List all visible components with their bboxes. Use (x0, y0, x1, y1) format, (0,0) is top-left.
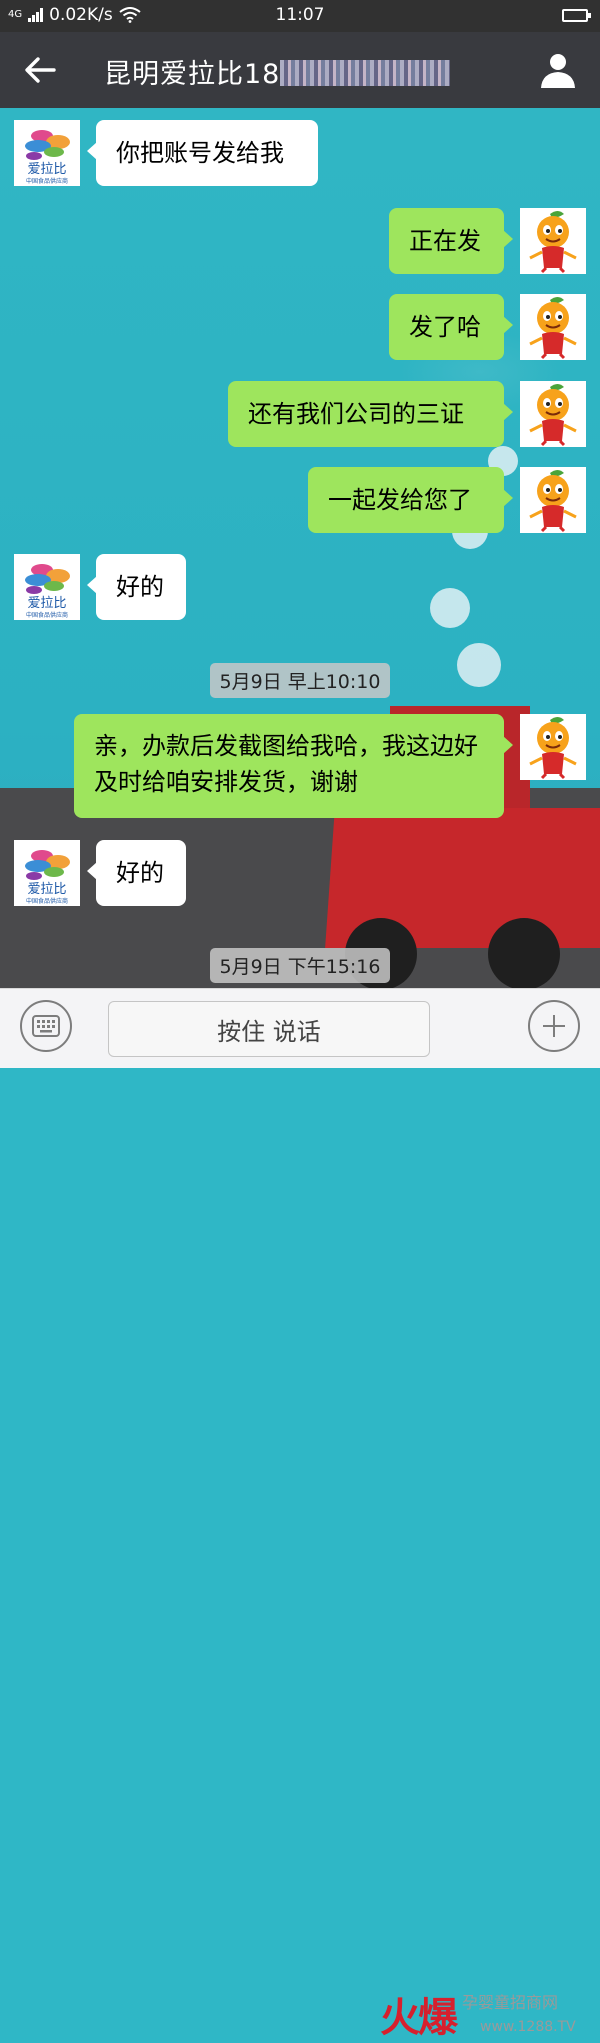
orange-mascot-icon (529, 717, 577, 780)
input-bar: 按住 说话 火爆 孕婴童招商网 www.1288.TV (0, 988, 600, 2041)
battery-icon (562, 9, 591, 22)
message-bubble-incoming[interactable]: 你把账号发给我 (87, 120, 318, 186)
message-bubble-incoming[interactable]: 好的 (87, 840, 186, 906)
contact-logo: 爱拉比 中国食品供应商 (25, 130, 70, 185)
svg-text:爱拉比: 爱拉比 (27, 162, 66, 177)
hold-to-talk-button[interactable]: 按住 说话 (108, 1001, 430, 1057)
message-bubble-outgoing[interactable]: 正在发 (389, 208, 513, 274)
contact-avatar[interactable]: 爱拉比 中国食品供应商 (14, 554, 80, 620)
message-bubble-outgoing[interactable]: 一起发给您了 (308, 467, 513, 533)
timestamp-label: 5月9日 下午15:16 (209, 948, 391, 983)
orange-mascot-icon (529, 470, 577, 533)
chat-title: 昆明爱拉比18 (104, 52, 451, 91)
orange-mascot-icon (529, 297, 577, 360)
chat-header: 昆明爱拉比18 (0, 32, 600, 108)
self-avatar[interactable] (520, 714, 586, 780)
svg-text:爱拉比: 爱拉比 (27, 882, 66, 897)
svg-text:中国食品供应商: 中国食品供应商 (26, 611, 68, 619)
contact-name: 昆明爱拉比18 (104, 59, 281, 90)
timestamp: 5月9日 早上10:10 (0, 663, 600, 698)
keyboard-icon[interactable] (20, 1000, 72, 1052)
watermark-brand: 火爆 (380, 1995, 458, 2041)
status-time: 11:07 (275, 5, 325, 25)
contact-logo: 爱拉比 中国食品供应商 (25, 850, 70, 905)
watermark-url: www.1288.TV (480, 2019, 576, 2035)
chat-area[interactable]: 爱拉比 中国食品供应商 你把账号发给我 正在发 发了哈 还有我们公司的三证 一起… (0, 108, 600, 988)
self-avatar[interactable] (520, 294, 586, 360)
contact-avatar[interactable]: 爱拉比 中国食品供应商 (14, 120, 80, 186)
self-avatar[interactable] (520, 381, 586, 447)
svg-text:中国食品供应商: 中国食品供应商 (26, 897, 68, 905)
self-avatar[interactable] (520, 467, 586, 533)
arrow-left-icon[interactable] (22, 52, 58, 88)
message-bubble-outgoing[interactable]: 发了哈 (389, 294, 513, 360)
message-bubble-outgoing[interactable]: 亲，办款后发截图给我哈，我这边好及时给咱安排发货，谢谢 (74, 714, 513, 818)
svg-text:爱拉比: 爱拉比 (27, 596, 66, 611)
watermark-site: 孕婴童招商网 (462, 1993, 559, 2012)
orange-mascot-icon (529, 211, 577, 274)
orange-mascot-icon (529, 384, 577, 447)
message-bubble-outgoing[interactable]: 还有我们公司的三证 (228, 381, 513, 447)
svg-text:中国食品供应商: 中国食品供应商 (26, 177, 68, 185)
timestamp-label: 5月9日 早上10:10 (209, 663, 391, 698)
plus-icon[interactable] (528, 1000, 580, 1052)
redacted-phone (280, 60, 451, 86)
user-icon[interactable] (538, 50, 578, 90)
contact-avatar[interactable]: 爱拉比 中国食品供应商 (14, 840, 80, 906)
status-bar: 4G 0.02K/s 11:07 (0, 0, 600, 32)
background-smoke (430, 588, 470, 628)
timestamp: 5月9日 下午15:16 (0, 948, 600, 983)
contact-logo: 爱拉比 中国食品供应商 (25, 564, 70, 619)
self-avatar[interactable] (520, 208, 586, 274)
message-bubble-incoming[interactable]: 好的 (87, 554, 186, 620)
